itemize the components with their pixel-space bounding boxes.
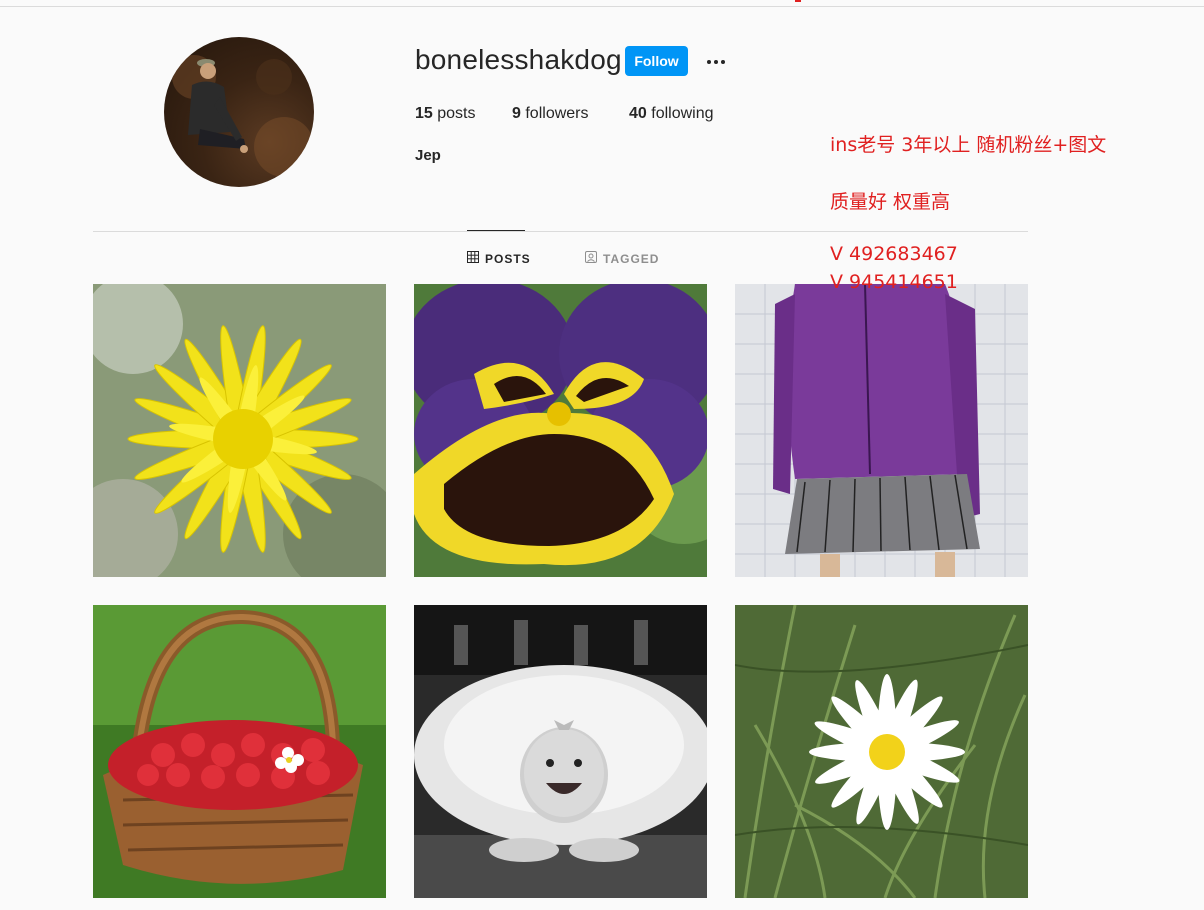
- tagged-icon: [585, 251, 597, 266]
- post-daisy[interactable]: [735, 605, 1028, 898]
- ad-line-4: V 945414651: [830, 271, 958, 293]
- ad-line-1: ins老号 3年以上 随机粉丝+图文: [830, 134, 1107, 156]
- tab-posts-label: POSTS: [485, 251, 531, 266]
- posts-stat-label: posts: [437, 105, 476, 122]
- followers-count: 9: [512, 105, 521, 122]
- tab-tagged[interactable]: TAGGED: [585, 251, 659, 266]
- profile-username: bonelesshakdog: [415, 44, 622, 75]
- followers-stat[interactable]: 9 followers: [512, 105, 589, 123]
- follow-button[interactable]: Follow: [625, 46, 688, 76]
- top-red-mark: [795, 0, 801, 2]
- followers-stat-label: followers: [525, 105, 589, 122]
- following-count: 40: [629, 105, 647, 122]
- following-stat[interactable]: 40 following: [629, 105, 714, 123]
- ad-line-3: V 492683467: [830, 243, 958, 265]
- posts-stat: 15 posts: [415, 105, 476, 123]
- top-border: [0, 6, 1204, 7]
- tab-tagged-label: TAGGED: [603, 251, 660, 266]
- active-tab-indicator: [467, 230, 525, 231]
- post-dandelion[interactable]: [93, 284, 386, 577]
- grid-icon: [467, 251, 479, 266]
- more-options-icon[interactable]: [704, 50, 728, 74]
- post-strawberry-basket[interactable]: [93, 605, 386, 898]
- profile-bio-name: Jep: [415, 147, 441, 164]
- post-jacket-sketch[interactable]: [735, 284, 1028, 577]
- post-pansy[interactable]: [414, 284, 707, 577]
- profile-avatar[interactable]: [164, 37, 314, 187]
- following-stat-label: following: [651, 105, 714, 122]
- tab-posts[interactable]: POSTS: [467, 251, 531, 266]
- posts-count: 15: [415, 105, 433, 122]
- tabs-divider: [93, 231, 1028, 232]
- post-baby-tutu[interactable]: [414, 605, 707, 898]
- ad-line-2: 质量好 权重高: [830, 191, 951, 213]
